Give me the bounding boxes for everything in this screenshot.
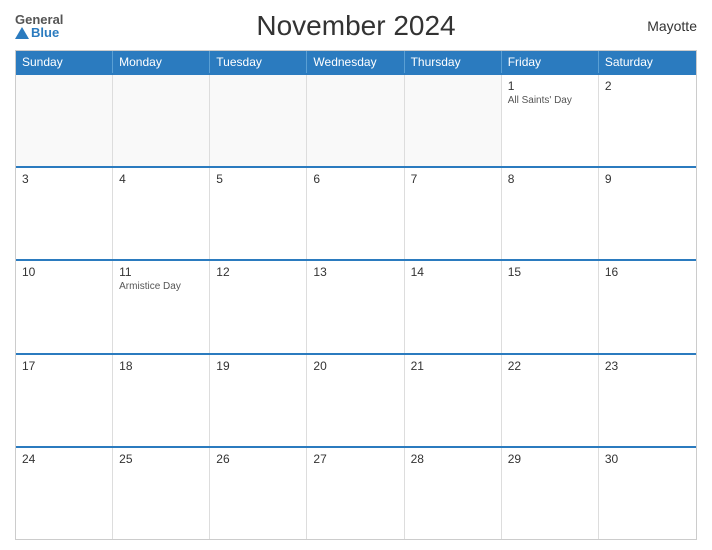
week-row-1: 1 All Saints' Day 2 [16, 73, 696, 166]
day-cell: 4 [113, 168, 210, 259]
day-number: 29 [508, 452, 592, 466]
calendar-title: November 2024 [256, 10, 455, 42]
day-number: 24 [22, 452, 106, 466]
day-number: 10 [22, 265, 106, 279]
day-number: 25 [119, 452, 203, 466]
day-cell: 27 [307, 448, 404, 539]
calendar-region: Mayotte [647, 18, 697, 34]
day-number: 12 [216, 265, 300, 279]
calendar-header: General Blue November 2024 Mayotte [15, 10, 697, 42]
day-headers-row: SundayMondayTuesdayWednesdayThursdayFrid… [16, 51, 696, 73]
day-cell [113, 75, 210, 166]
day-header-thursday: Thursday [405, 51, 502, 73]
day-cell [16, 75, 113, 166]
day-number: 19 [216, 359, 300, 373]
day-cell: 24 [16, 448, 113, 539]
day-cell [307, 75, 404, 166]
day-number: 28 [411, 452, 495, 466]
day-cell: 20 [307, 355, 404, 446]
day-number: 16 [605, 265, 690, 279]
day-cell: 16 [599, 261, 696, 352]
day-cell: 6 [307, 168, 404, 259]
day-cell: 2 [599, 75, 696, 166]
day-number: 5 [216, 172, 300, 186]
day-number: 1 [508, 79, 592, 93]
day-cell: 9 [599, 168, 696, 259]
day-number: 9 [605, 172, 690, 186]
day-cell: 23 [599, 355, 696, 446]
day-header-friday: Friday [502, 51, 599, 73]
day-cell: 29 [502, 448, 599, 539]
day-number: 8 [508, 172, 592, 186]
day-number: 14 [411, 265, 495, 279]
day-number: 23 [605, 359, 690, 373]
day-number: 4 [119, 172, 203, 186]
day-number: 6 [313, 172, 397, 186]
day-number: 21 [411, 359, 495, 373]
day-cell: 15 [502, 261, 599, 352]
day-cell: 25 [113, 448, 210, 539]
day-cell: 5 [210, 168, 307, 259]
day-cell: 17 [16, 355, 113, 446]
calendar-grid: SundayMondayTuesdayWednesdayThursdayFrid… [15, 50, 697, 540]
day-number: 20 [313, 359, 397, 373]
day-number: 2 [605, 79, 690, 93]
day-number: 15 [508, 265, 592, 279]
logo-blue-text: Blue [15, 26, 59, 39]
week-row-2: 3456789 [16, 166, 696, 259]
day-cell: 3 [16, 168, 113, 259]
day-cell [405, 75, 502, 166]
day-cell: 21 [405, 355, 502, 446]
day-cell: 22 [502, 355, 599, 446]
day-header-tuesday: Tuesday [210, 51, 307, 73]
day-cell: 14 [405, 261, 502, 352]
day-cell: 10 [16, 261, 113, 352]
day-cell: 28 [405, 448, 502, 539]
day-cell: 30 [599, 448, 696, 539]
day-number: 13 [313, 265, 397, 279]
day-number: 22 [508, 359, 592, 373]
day-cell: 18 [113, 355, 210, 446]
day-header-saturday: Saturday [599, 51, 696, 73]
day-cell: 13 [307, 261, 404, 352]
week-row-5: 24 25 26 27 28 29 30 [16, 446, 696, 539]
day-number: 7 [411, 172, 495, 186]
holiday-label: All Saints' Day [508, 95, 592, 106]
day-number: 17 [22, 359, 106, 373]
day-header-sunday: Sunday [16, 51, 113, 73]
day-cell: 8 [502, 168, 599, 259]
calendar-container: General Blue November 2024 Mayotte Sunda… [0, 0, 712, 550]
day-cell: 26 [210, 448, 307, 539]
holiday-label: Armistice Day [119, 281, 203, 292]
day-number: 30 [605, 452, 690, 466]
day-header-wednesday: Wednesday [307, 51, 404, 73]
week-row-3: 10 11 Armistice Day 12 13 14 15 16 [16, 259, 696, 352]
day-number: 27 [313, 452, 397, 466]
day-number: 18 [119, 359, 203, 373]
day-cell [210, 75, 307, 166]
logo-triangle-icon [15, 27, 29, 39]
day-cell: 7 [405, 168, 502, 259]
weeks-container: 1All Saints' Day234567891011Armistice Da… [16, 73, 696, 539]
day-cell: 1 All Saints' Day [502, 75, 599, 166]
day-cell: 12 [210, 261, 307, 352]
logo: General Blue [15, 13, 63, 39]
week-row-4: 17 18 19 20 21 22 23 [16, 353, 696, 446]
day-number: 11 [119, 265, 203, 279]
day-number: 26 [216, 452, 300, 466]
day-cell: 11 Armistice Day [113, 261, 210, 352]
day-cell: 19 [210, 355, 307, 446]
day-number: 3 [22, 172, 106, 186]
day-header-monday: Monday [113, 51, 210, 73]
